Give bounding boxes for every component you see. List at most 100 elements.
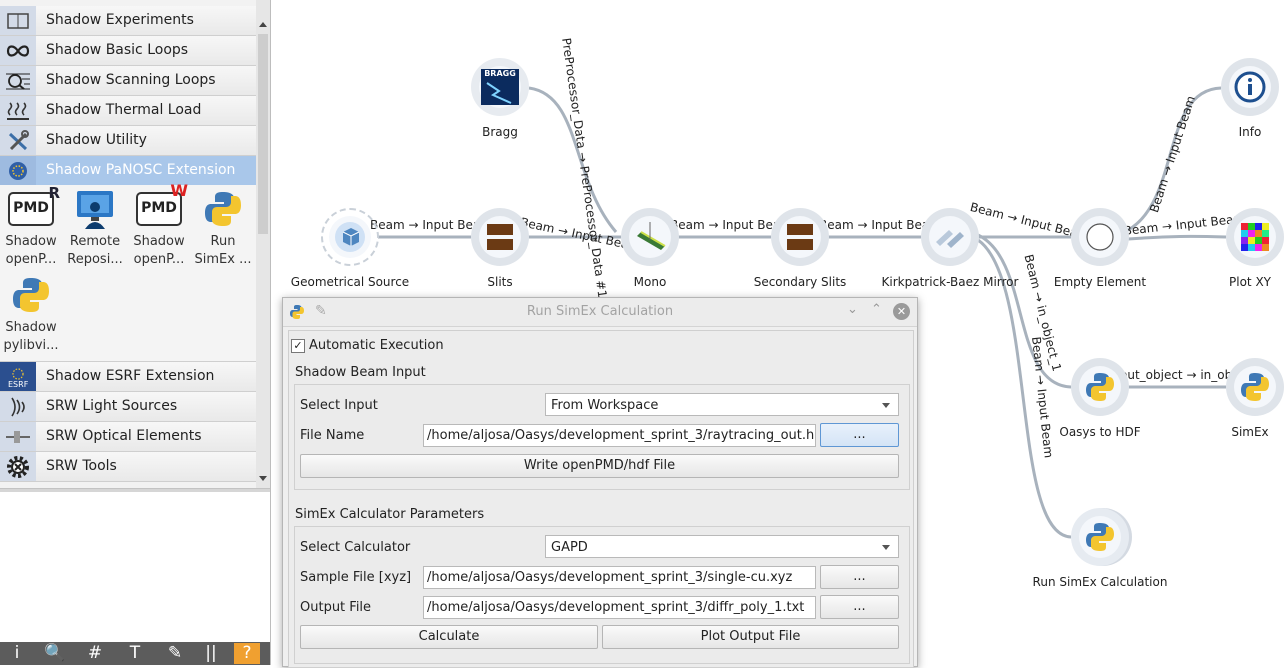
sample-file-label: Sample File [xyz] <box>300 570 412 585</box>
widget-run-simex[interactable]: Run SimEx ... <box>192 189 254 269</box>
category-label: Shadow Scanning Loops <box>46 72 216 88</box>
help-area <box>0 492 270 642</box>
category-shadow-basic-loops[interactable]: Shadow Basic Loops <box>0 36 256 66</box>
scroll-down-icon[interactable] <box>259 476 267 481</box>
category-label: Shadow Experiments <box>46 12 194 28</box>
light-source-icon <box>0 392 36 421</box>
plot-xy-icon <box>1234 216 1276 258</box>
link-empty-plot <box>1127 234 1227 241</box>
write-openpmd-button[interactable]: Write openPMD/hdf File <box>300 454 899 478</box>
text-annotation-icon[interactable]: T <box>122 643 148 664</box>
widget-shadow-openpmd-writer[interactable]: PMD W Shadow openP... <box>128 182 190 269</box>
pause-icon[interactable]: || <box>198 643 224 664</box>
sample-browse-button[interactable]: ... <box>820 565 899 589</box>
output-file-input[interactable]: /home/aljosa/Oasys/development_sprint_3/… <box>423 596 816 619</box>
node-simex[interactable] <box>1226 358 1284 416</box>
node-secondary-slits[interactable] <box>771 208 829 266</box>
node-label-secondary-slits: Secondary Slits <box>753 275 847 289</box>
kb-mirror-icon <box>929 216 971 258</box>
python-icon <box>1079 366 1121 408</box>
toolbox-scrollbar[interactable] <box>256 0 270 488</box>
node-label-empty-element: Empty Element <box>1053 275 1147 289</box>
node-label-kb-mirror: Kirkpatrick-Baez Mirror <box>881 275 1019 289</box>
category-srw-light-sources[interactable]: SRW Light Sources <box>0 392 256 422</box>
minimize-icon[interactable]: ⌄ <box>847 302 858 317</box>
node-label-slits: Slits <box>487 275 513 289</box>
widget-shadow-pylibvis[interactable]: Shadow pylibvi... <box>0 275 62 355</box>
node-slits[interactable] <box>471 208 529 266</box>
plot-output-button[interactable]: Plot Output File <box>602 625 899 649</box>
maximize-icon[interactable]: ⌃ <box>871 302 882 317</box>
help-icon[interactable]: ? <box>234 643 260 664</box>
bragg-icon: BRAGG <box>479 66 521 108</box>
category-shadow-thermal-load[interactable]: Shadow Thermal Load <box>0 96 256 126</box>
category-label: Shadow Thermal Load <box>46 102 202 118</box>
output-browse-button[interactable]: ... <box>820 595 899 619</box>
category-label: SRW Tools <box>46 458 117 474</box>
scroll-up-icon[interactable] <box>259 22 267 27</box>
chevron-down-icon <box>882 403 890 408</box>
node-label-plot-xy: Plot XY <box>1229 275 1271 289</box>
info-icon[interactable]: i <box>4 643 30 664</box>
dialog-title: Run SimEx Calculation <box>526 304 674 319</box>
file-name-input[interactable]: /home/aljosa/Oasys/development_sprint_3/… <box>423 424 816 447</box>
select-calculator-combo[interactable]: GAPD <box>545 535 899 558</box>
node-kb-mirror[interactable] <box>921 208 979 266</box>
category-label: SRW Light Sources <box>46 398 178 414</box>
category-shadow-utility[interactable]: Shadow Utility <box>0 126 256 156</box>
node-label-bragg: Bragg <box>482 125 518 139</box>
esrf-icon: ESRF <box>0 362 36 391</box>
tools-icon <box>0 126 36 155</box>
optical-elements-icon <box>0 422 36 451</box>
left-panel: Shadow Experiments Shadow Basic Loops Sh… <box>0 0 271 665</box>
select-input-combo[interactable]: From Workspace <box>545 393 899 416</box>
category-srw-optical-elements[interactable]: SRW Optical Elements <box>0 422 256 452</box>
empty-element-icon <box>1079 216 1121 258</box>
node-plot-xy[interactable] <box>1226 208 1284 266</box>
auto-exec-label: Automatic Execution <box>309 338 444 353</box>
python-icon <box>8 275 54 315</box>
scrollbar-thumb[interactable] <box>258 34 268 234</box>
output-file-label: Output File <box>300 600 372 615</box>
widget-remote-repository[interactable]: Remote Reposi... <box>64 189 126 269</box>
auto-exec-checkbox[interactable]: ✓ <box>291 339 305 353</box>
file-browse-button[interactable]: ... <box>820 423 899 447</box>
widget-shadow-openpmd-reader[interactable]: PMD R Shadow openP... <box>0 184 62 269</box>
remote-repository-icon <box>72 189 118 229</box>
node-mono[interactable] <box>621 208 679 266</box>
widget-toolbox: Shadow Experiments Shadow Basic Loops Sh… <box>0 0 256 488</box>
category-shadow-esrf-extension[interactable]: ESRF Shadow ESRF Extension <box>0 362 256 392</box>
node-empty-element[interactable] <box>1071 208 1129 266</box>
zoom-icon[interactable]: 🔍 <box>42 643 68 664</box>
node-info[interactable] <box>1221 58 1279 116</box>
dialog-titlebar[interactable]: ✎ Run SimEx Calculation ⌄ ⌃ ✕ <box>283 298 917 327</box>
grid-icon[interactable]: # <box>82 643 108 664</box>
category-label: Shadow PaNOSC Extension <box>46 162 236 178</box>
beam-group-title: Shadow Beam Input <box>295 365 426 380</box>
sample-file-input[interactable]: /home/aljosa/Oasys/development_sprint_3/… <box>423 566 816 589</box>
openpmd-w-icon: PMD W <box>136 182 188 229</box>
arrow-annotation-icon[interactable]: ✎ <box>162 643 188 664</box>
svg-text:ESRF: ESRF <box>8 380 29 388</box>
chevron-down-icon <box>882 545 890 550</box>
calculate-button[interactable]: Calculate <box>300 625 598 649</box>
node-run-simex-calculation[interactable] <box>1071 508 1129 566</box>
panosc-icon <box>0 156 36 185</box>
node-bragg[interactable]: BRAGG <box>471 58 529 116</box>
thermal-load-icon <box>0 96 36 125</box>
category-label: Shadow Basic Loops <box>46 42 189 58</box>
category-srw-tools[interactable]: SRW Tools <box>0 452 256 482</box>
node-oasys-to-hdf[interactable] <box>1071 358 1129 416</box>
node-label-oasys-to-hdf: Oasys to HDF <box>1059 425 1141 439</box>
node-geometrical-source[interactable] <box>321 208 379 266</box>
category-shadow-experiments[interactable]: Shadow Experiments <box>0 6 256 36</box>
run-simex-dialog: ✎ Run SimEx Calculation ⌄ ⌃ ✕ ✓ Automati… <box>282 297 918 668</box>
gear-icon <box>0 452 36 481</box>
node-label-simex: SimEx <box>1231 425 1269 439</box>
slits-icon <box>479 216 521 258</box>
select-calculator-label: Select Calculator <box>300 540 411 555</box>
close-icon[interactable]: ✕ <box>893 303 910 320</box>
category-shadow-panosc-extension[interactable]: Shadow PaNOSC Extension <box>0 156 256 186</box>
python-icon <box>1079 516 1121 558</box>
category-shadow-scanning-loops[interactable]: Shadow Scanning Loops <box>0 66 256 96</box>
